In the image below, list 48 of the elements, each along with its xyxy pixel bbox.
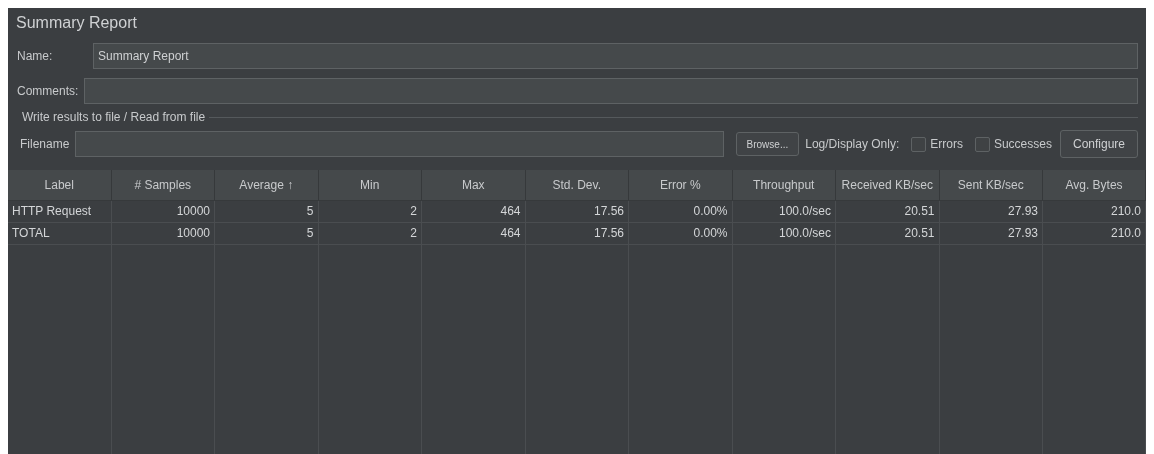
- log-display-label: Log/Display Only:: [805, 137, 900, 151]
- group-legend: Write results to file / Read from file: [20, 110, 208, 124]
- column-header[interactable]: Max: [422, 170, 526, 201]
- table-cell: 17.56: [525, 223, 629, 245]
- column-header[interactable]: Throughput: [732, 170, 836, 201]
- panel-title: Summary Report: [15, 13, 138, 33]
- table-cell: 100.0/sec: [732, 223, 836, 245]
- column-header[interactable]: Std. Dev.: [525, 170, 629, 201]
- table-cell: 210.0: [1043, 201, 1146, 223]
- table-cell: 464: [422, 201, 526, 223]
- configure-button[interactable]: Configure: [1059, 130, 1138, 158]
- filename-label: Filename: [19, 137, 70, 151]
- comments-field[interactable]: [84, 78, 1138, 104]
- table-cell: 5: [215, 201, 319, 223]
- checkbox[interactable]: [974, 136, 990, 152]
- name-label: Name:: [17, 49, 54, 63]
- table-cell: 10000: [111, 201, 215, 223]
- table-cell: 20.51: [836, 223, 940, 245]
- checkbox-label: Errors: [930, 137, 963, 151]
- table-cell: TOTAL: [8, 223, 112, 245]
- table-cell: 210.0: [1043, 223, 1146, 245]
- table-cell: 20.51: [836, 201, 940, 223]
- table-cell: HTTP Request: [8, 201, 112, 223]
- column-header[interactable]: Average ↑: [215, 170, 319, 201]
- checkbox-label: Successes: [993, 137, 1052, 151]
- column-header[interactable]: Avg. Bytes: [1043, 170, 1146, 201]
- table-cell: 10000: [111, 223, 215, 245]
- comments-label: Comments:: [17, 84, 79, 98]
- table-cell: 27.93: [939, 223, 1043, 245]
- column-header[interactable]: Min: [318, 170, 422, 201]
- column-header[interactable]: Error %: [629, 170, 733, 201]
- table-cell: 5: [215, 223, 319, 245]
- table-cell: 100.0/sec: [732, 201, 836, 223]
- name-field[interactable]: Summary Report: [93, 43, 1138, 69]
- table-cell: 2: [318, 223, 422, 245]
- checkbox[interactable]: [911, 136, 927, 152]
- table-cell: 464: [422, 223, 526, 245]
- table-cell: 0.00%: [629, 223, 733, 245]
- column-header[interactable]: Sent KB/sec: [939, 170, 1043, 201]
- table-cell: 0.00%: [629, 201, 733, 223]
- column-header[interactable]: Label: [8, 170, 112, 201]
- table-cell: 27.93: [939, 201, 1043, 223]
- filename-field[interactable]: [75, 131, 724, 157]
- column-header[interactable]: Received KB/sec: [836, 170, 940, 201]
- table-cell: 17.56: [525, 201, 629, 223]
- browse-button[interactable]: Browse...: [735, 132, 800, 156]
- table-cell: 2: [318, 201, 422, 223]
- column-header[interactable]: # Samples: [111, 170, 215, 201]
